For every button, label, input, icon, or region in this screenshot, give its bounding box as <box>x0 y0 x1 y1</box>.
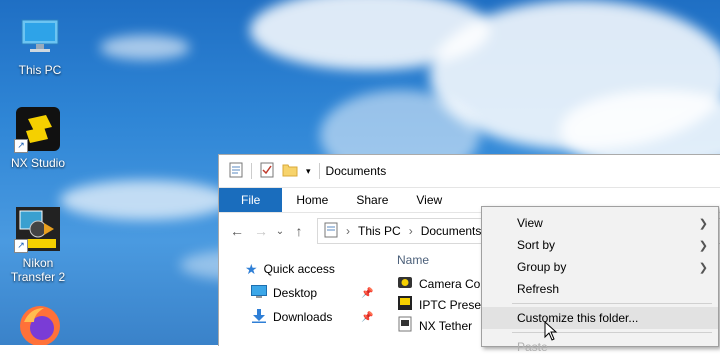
customize-toolbar-dropdown-icon[interactable]: ▾ <box>306 166 311 177</box>
desktop-icon-label: This PC <box>18 63 62 77</box>
window-title: Documents <box>325 164 387 178</box>
breadcrumb-documents[interactable]: Documents <box>421 224 482 238</box>
tab-view[interactable]: View <box>402 188 456 212</box>
breadcrumb-this-pc[interactable]: This PC <box>358 224 401 238</box>
menu-item-label: Refresh <box>517 282 560 296</box>
cloud <box>60 180 230 220</box>
submenu-arrow-icon: ❯ <box>698 239 708 252</box>
shortcut-arrow-icon: ↗ <box>14 139 28 153</box>
nav-item-quick-access[interactable]: ★ Quick access <box>219 257 379 281</box>
mouse-cursor-icon <box>544 320 558 346</box>
nx-studio-icon: ↗ <box>14 105 62 153</box>
documents-folder-icon <box>324 222 338 241</box>
monitor-icon <box>16 12 64 60</box>
menu-item-sort-by[interactable]: Sort by ❯ <box>482 234 718 256</box>
tab-home[interactable]: Home <box>282 188 342 212</box>
menu-item-label: Customize this folder... <box>517 311 639 325</box>
menu-item-group-by[interactable]: Group by ❯ <box>482 256 718 278</box>
download-icon <box>251 308 267 326</box>
desktop-icon-label: NX Studio <box>10 156 66 170</box>
recent-locations-chevron-icon[interactable]: ⌄ <box>273 226 287 237</box>
nx-tether-app-icon <box>397 316 413 335</box>
cloud <box>100 35 190 60</box>
nav-item-label: Downloads <box>273 310 333 324</box>
star-icon: ★ <box>245 260 258 277</box>
breadcrumb-separator-icon: › <box>346 224 350 238</box>
forward-arrow-icon[interactable]: → <box>249 223 273 239</box>
firefox-icon <box>16 300 64 345</box>
desktop-icon <box>251 285 267 301</box>
submenu-arrow-icon: ❯ <box>698 217 708 230</box>
desktop-icon-firefox[interactable] <box>4 300 76 345</box>
desktop-icon-nikon-transfer[interactable]: ↗ Nikon Transfer 2 <box>2 205 74 284</box>
menu-item-customize-folder[interactable]: Customize this folder... <box>482 307 718 329</box>
nav-item-downloads[interactable]: Downloads 📌 <box>219 305 379 329</box>
menu-item-refresh[interactable]: Refresh <box>482 278 718 300</box>
toolbar-divider <box>318 163 320 179</box>
nav-item-label: Quick access <box>263 262 335 276</box>
nav-item-label: Desktop <box>273 286 318 300</box>
menu-separator <box>512 303 712 304</box>
desktop-icon-label: Nikon Transfer 2 <box>10 256 66 284</box>
back-arrow-icon[interactable]: ← <box>225 223 249 239</box>
checklist-icon[interactable] <box>260 162 274 181</box>
tab-share[interactable]: Share <box>342 188 402 212</box>
iptc-preset-app-icon <box>397 295 413 314</box>
properties-icon[interactable] <box>229 162 243 181</box>
quick-access-toolbar: ▾ <box>219 162 320 181</box>
nav-item-desktop[interactable]: Desktop 📌 <box>219 281 379 305</box>
menu-separator <box>512 332 712 333</box>
up-arrow-icon[interactable]: ↑ <box>287 223 311 239</box>
tab-file[interactable]: File <box>219 188 283 212</box>
breadcrumb-separator-icon: › <box>408 224 413 238</box>
menu-item-label: Group by <box>517 260 567 274</box>
navigation-pane: ★ Quick access Desktop 📌 Downloads 📌 <box>219 249 379 336</box>
new-folder-icon[interactable] <box>282 163 298 180</box>
menu-item-label: View <box>517 216 543 230</box>
context-menu: View ❯ Sort by ❯ Group by ❯ Refresh Cust… <box>481 206 719 354</box>
desktop-icon-this-pc[interactable]: This PC <box>4 12 76 77</box>
nikon-transfer-icon: ↗ <box>14 205 62 253</box>
shortcut-arrow-icon: ↗ <box>14 239 28 253</box>
pin-icon[interactable]: 📌 <box>361 312 373 323</box>
toolbar-divider <box>251 163 252 179</box>
submenu-arrow-icon: ❯ <box>698 261 708 274</box>
pin-icon[interactable]: 📌 <box>361 288 373 299</box>
menu-item-view[interactable]: View ❯ <box>482 212 718 234</box>
menu-item-label: Sort by <box>517 238 556 252</box>
menu-item-paste[interactable]: Paste <box>482 336 718 358</box>
file-name: NX Tether <box>419 318 473 333</box>
desktop-icon-nx-studio[interactable]: ↗ NX Studio <box>2 105 74 170</box>
camera-control-app-icon <box>397 274 413 293</box>
title-bar: ▾ Documents <box>219 155 720 188</box>
